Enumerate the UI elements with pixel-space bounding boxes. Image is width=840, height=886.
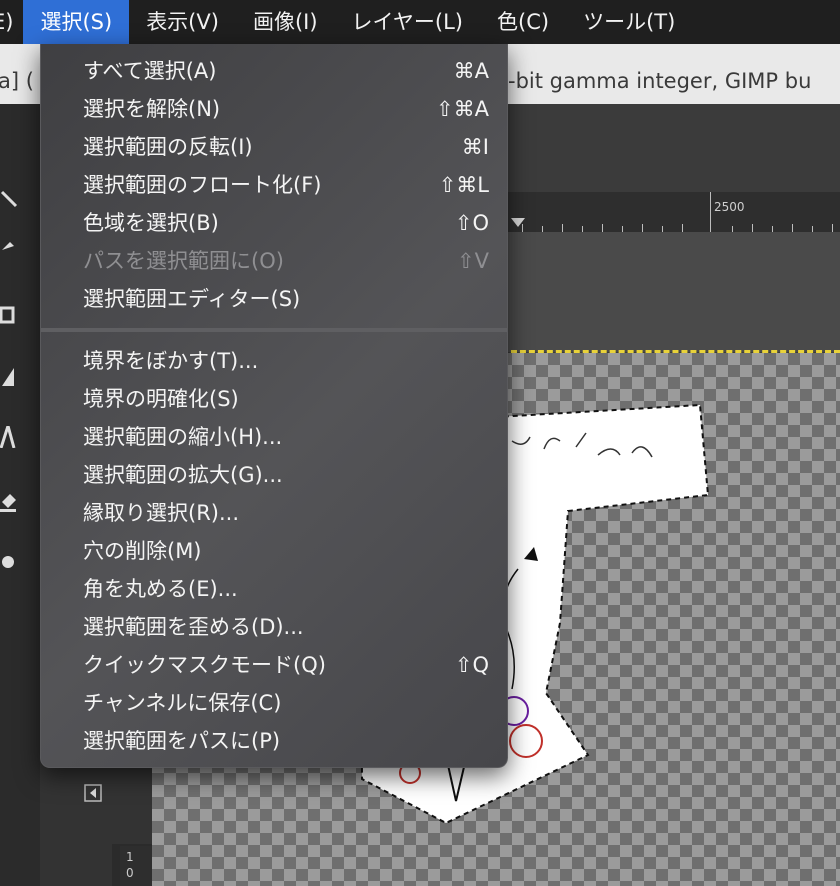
ruler-tick (752, 224, 753, 232)
menu-item-invert[interactable]: 選択範囲の反転(I) ⌘I (41, 128, 507, 166)
menu-item-label: 選択範囲のフロート化(F) (83, 173, 322, 197)
text-tool-icon[interactable] (0, 426, 22, 448)
paint-tool-icon[interactable] (0, 232, 22, 254)
menu-item-label: 縁取り選択(R)... (83, 501, 240, 525)
ruler-tick (642, 224, 643, 232)
smudge-tool-icon[interactable] (0, 550, 22, 572)
menu-item-select-all[interactable]: すべて選択(A) ⌘A (41, 52, 507, 90)
menu-item-shortcut: ⌘A (453, 59, 489, 83)
menu-layer[interactable]: レイヤー(L) (335, 0, 480, 44)
collapse-left-icon[interactable] (84, 784, 102, 802)
select-menu-dropdown: すべて選択(A) ⌘A 選択を解除(N) ⇧⌘A 選択範囲の反転(I) ⌘I 選… (40, 44, 508, 768)
menu-separator (41, 328, 507, 332)
toolbox (0, 104, 40, 886)
crop-tool-icon[interactable] (0, 304, 22, 326)
menu-item-label: 境界の明確化(S) (83, 387, 239, 411)
menu-edit[interactable]: E) (0, 0, 23, 44)
menu-item-feather[interactable]: 境界をぼかす(T)... (41, 342, 507, 380)
menu-item-label: 境界をぼかす(T)... (83, 349, 259, 373)
menu-item-sharpen[interactable]: 境界の明確化(S) (41, 380, 507, 418)
ruler-tick (792, 224, 793, 232)
menu-item-label: 選択範囲の縮小(H)... (83, 425, 283, 449)
menu-item-label: 選択範囲をパスに(P) (83, 729, 281, 753)
menu-item-label: 選択を解除(N) (83, 97, 221, 121)
menu-item-border[interactable]: 縁取り選択(R)... (41, 494, 507, 532)
menu-item-quick-mask[interactable]: クイックマスクモード(Q) ⇧Q (41, 646, 507, 684)
menu-item-label: チャンネルに保存(C) (83, 691, 282, 715)
menu-item-remove-holes[interactable]: 穴の削除(M) (41, 532, 507, 570)
menu-item-shrink[interactable]: 選択範囲の縮小(H)... (41, 418, 507, 456)
ruler-label: 2500 (714, 200, 745, 214)
menu-item-by-color[interactable]: 色域を選択(B) ⇧O (41, 204, 507, 242)
vertical-ruler[interactable]: 1 0 (120, 846, 152, 886)
menu-item-distort[interactable]: 選択範囲を歪める(D)... (41, 608, 507, 646)
menu-item-label: 選択範囲を歪める(D)... (83, 615, 304, 639)
ruler-tick (602, 224, 603, 232)
menu-item-label: 選択範囲エディター(S) (83, 287, 301, 311)
menu-item-float[interactable]: 選択範囲のフロート化(F) ⇧⌘L (41, 166, 507, 204)
menu-item-selection-editor[interactable]: 選択範囲エディター(S) (41, 280, 507, 318)
ruler-tick (710, 192, 711, 232)
menu-item-label: 選択範囲の拡大(G)... (83, 463, 283, 487)
vruler-label: 1 (126, 850, 134, 864)
menubar: E) 選択(S) 表示(V) 画像(I) レイヤー(L) 色(C) ツール(T) (0, 0, 840, 44)
menu-select[interactable]: 選択(S) (23, 0, 130, 44)
window-title-left: a] ( (0, 69, 34, 93)
menu-color[interactable]: 色(C) (480, 0, 566, 44)
menu-item-shortcut: ⇧Q (454, 653, 489, 677)
menu-item-label: 選択範囲の反転(I) (83, 135, 253, 159)
menu-tools[interactable]: ツール(T) (566, 0, 692, 44)
menu-image[interactable]: 画像(I) (236, 0, 335, 44)
menu-item-label: 穴の削除(M) (83, 539, 202, 563)
menu-item-label: 角を丸める(E)... (83, 577, 238, 601)
menu-item-shortcut: ⌘I (461, 135, 489, 159)
menu-view[interactable]: 表示(V) (129, 0, 236, 44)
ruler-tick (682, 224, 683, 232)
eraser-tool-icon[interactable] (0, 490, 22, 512)
menu-item-select-none[interactable]: 選択を解除(N) ⇧⌘A (41, 90, 507, 128)
menu-item-label: パスを選択範囲に(O) (83, 249, 284, 273)
menu-item-shortcut: ⇧O (454, 211, 489, 235)
menu-item-label: すべて選択(A) (83, 59, 217, 83)
menu-item-shortcut: ⇧⌘L (438, 173, 489, 197)
menu-item-shortcut: ⇧V (457, 249, 489, 273)
window-title-right: -bit gamma integer, GIMP bu (508, 69, 812, 93)
menu-item-to-path[interactable]: 選択範囲をパスに(P) (41, 722, 507, 760)
menu-item-from-path: パスを選択範囲に(O) ⇧V (41, 242, 507, 280)
ruler-tick (832, 224, 833, 232)
bucket-tool-icon[interactable] (0, 366, 22, 388)
path-tool-icon[interactable] (0, 188, 22, 210)
menu-item-rounded-rectangle[interactable]: 角を丸める(E)... (41, 570, 507, 608)
menu-item-save-to-channel[interactable]: チャンネルに保存(C) (41, 684, 507, 722)
vruler-label: 0 (126, 866, 134, 880)
menu-item-label: 色域を選択(B) (83, 211, 219, 235)
menu-item-shortcut: ⇧⌘A (436, 97, 489, 121)
ruler-pointer-marker (511, 218, 525, 227)
menu-item-grow[interactable]: 選択範囲の拡大(G)... (41, 456, 507, 494)
ruler-tick (562, 224, 563, 232)
menu-item-label: クイックマスクモード(Q) (83, 653, 326, 677)
